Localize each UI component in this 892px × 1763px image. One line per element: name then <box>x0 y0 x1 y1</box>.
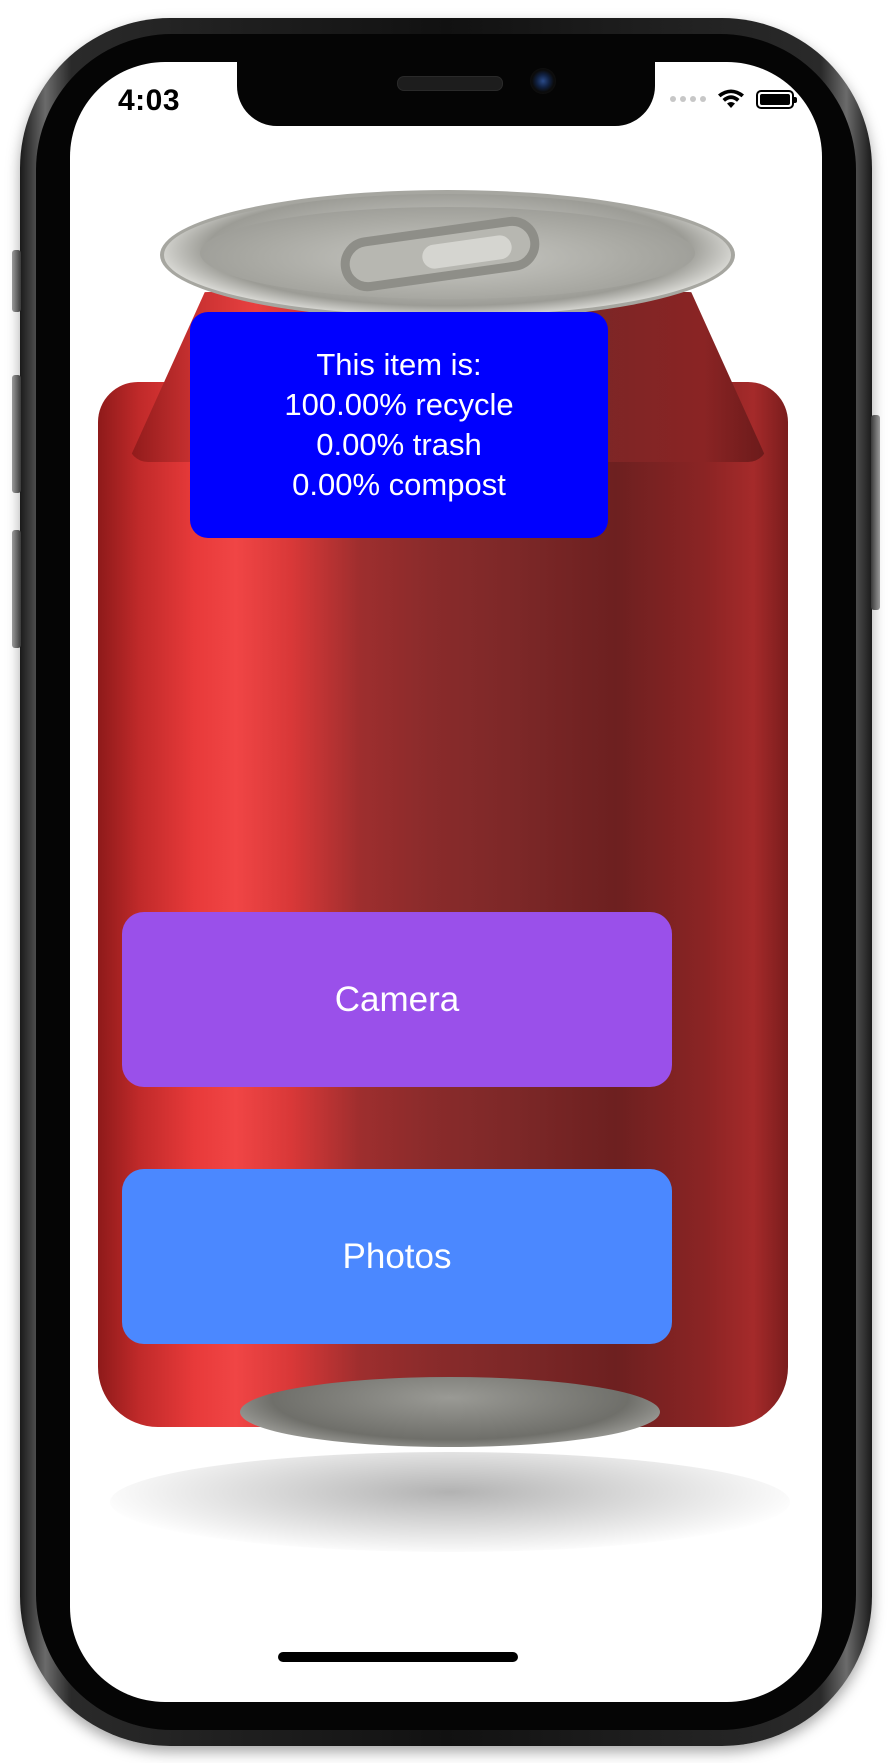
power-button <box>871 415 880 610</box>
home-indicator[interactable] <box>278 1652 518 1662</box>
signal-dots-icon <box>670 96 706 102</box>
can-shadow <box>110 1452 790 1552</box>
photos-button[interactable]: Photos <box>122 1169 672 1344</box>
camera-button[interactable]: Camera <box>122 912 672 1087</box>
volume-down-button <box>12 530 21 648</box>
result-heading: This item is: <box>316 347 482 382</box>
earpiece-speaker <box>397 76 503 91</box>
notch <box>237 62 655 126</box>
result-recycle: 100.00% recycle <box>284 387 514 422</box>
can-base <box>240 1377 660 1447</box>
classification-result: This item is: 100.00% recycle 0.00% tras… <box>190 312 608 538</box>
battery-icon <box>756 89 797 109</box>
silent-switch <box>12 250 21 312</box>
app-screen: 4:03 This item is: 100.00% recycle 0.00%… <box>70 62 822 1702</box>
front-camera <box>530 68 556 94</box>
status-icons <box>670 88 797 110</box>
status-time: 4:03 <box>118 84 181 117</box>
result-compost: 0.00% compost <box>292 467 506 502</box>
device-mockup: 4:03 This item is: 100.00% recycle 0.00%… <box>0 0 892 1763</box>
result-trash: 0.00% trash <box>316 427 482 462</box>
volume-up-button <box>12 375 21 493</box>
wifi-icon <box>718 89 744 108</box>
